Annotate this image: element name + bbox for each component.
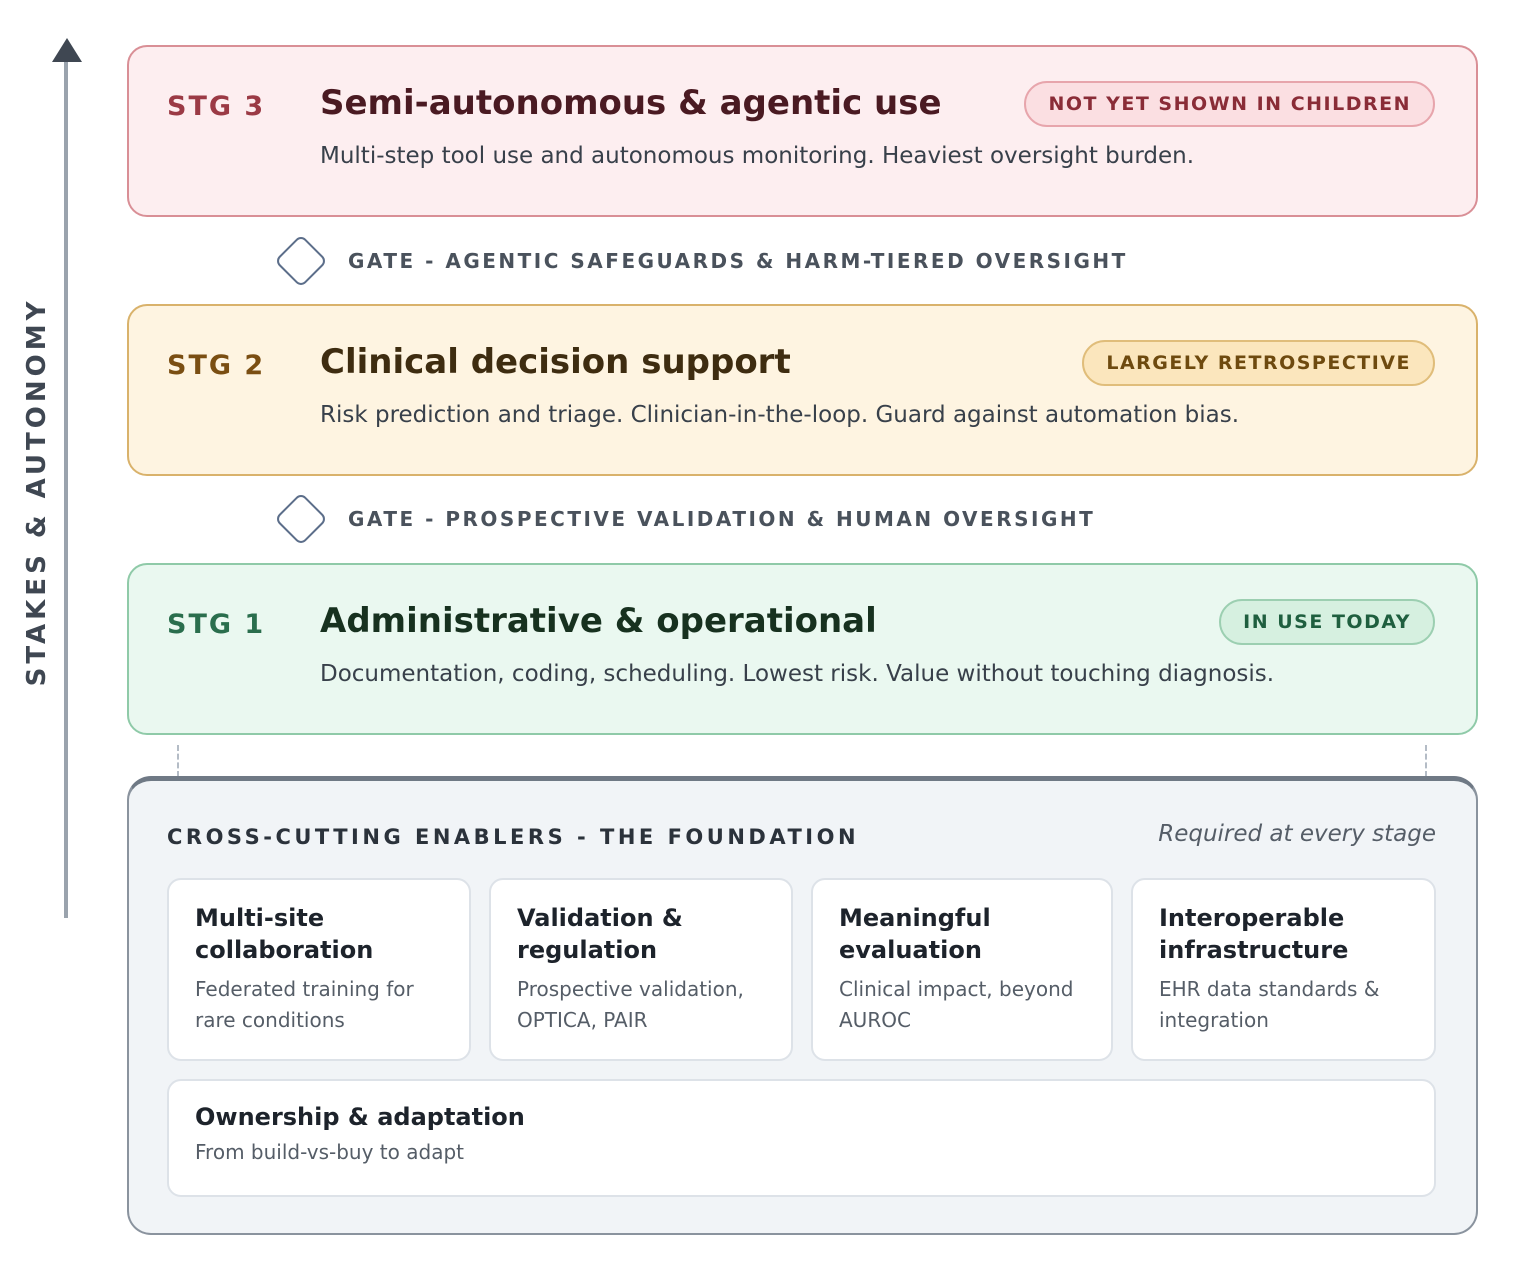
stage-title: Semi-autonomous & agentic use [320,83,942,123]
stage-3-card: STG 3 Semi-autonomous & agentic use NOT … [127,45,1478,217]
enabler-tile-infrastructure: Interoperable infrastructure EHR data st… [1131,878,1436,1061]
status-badge: NOT YET SHOWN IN CHILDREN [1024,81,1435,127]
stage-description: Multi-step tool use and autonomous monit… [320,143,1195,169]
stage-description: Documentation, coding, scheduling. Lowes… [320,661,1275,687]
gate-label: GATE - AGENTIC SAFEGUARDS & HARM-TIERED … [348,249,1128,273]
arrow-up-icon [52,38,82,62]
gate-label: GATE - PROSPECTIVE VALIDATION & HUMAN OV… [348,507,1096,531]
status-badge: IN USE TODAY [1219,599,1435,645]
dashed-connector-left [177,745,179,777]
enabler-title: Interoperable infrastructure [1159,904,1349,964]
stage-code: STG 3 [167,91,266,122]
enabler-title: Ownership & adaptation [195,1103,525,1131]
stage-code: STG 2 [167,350,266,381]
enabler-description: EHR data standards & integration [1159,977,1380,1032]
enabler-tile-validation: Validation & regulation Prospective vali… [489,878,793,1061]
axis-label: STAKES & AUTONOMY [22,297,52,687]
enabler-title: Meaningful evaluation [839,904,991,964]
diamond-icon [274,234,328,288]
enabler-tile-ownership: Ownership & adaptation From build-vs-buy… [167,1079,1436,1197]
dashed-connector-right [1425,745,1427,777]
foundation-title: CROSS-CUTTING ENABLERS - THE FOUNDATION [167,825,860,849]
enabler-description: Clinical impact, beyond AUROC [839,977,1074,1032]
stakes-axis-line [64,58,68,918]
stage-2-card: STG 2 Clinical decision support LARGELY … [127,304,1478,476]
enabler-description: Prospective validation, OPTICA, PAIR [517,977,744,1032]
stage-title: Administrative & operational [320,601,877,641]
enabler-description: From build-vs-buy to adapt [195,1140,464,1164]
enabler-title: Validation & regulation [517,904,683,964]
gate-agentic-safeguards: GATE - AGENTIC SAFEGUARDS & HARM-TIERED … [273,233,1128,289]
diamond-icon [274,492,328,546]
status-badge: LARGELY RETROSPECTIVE [1082,340,1435,386]
foundation-panel: CROSS-CUTTING ENABLERS - THE FOUNDATION … [127,776,1478,1235]
enabler-title: Multi-site collaboration [195,904,374,964]
stage-title: Clinical decision support [320,342,791,382]
gate-prospective-validation: GATE - PROSPECTIVE VALIDATION & HUMAN OV… [273,491,1095,547]
enabler-tile-multi-site: Multi-site collaboration Federated train… [167,878,471,1061]
stage-code: STG 1 [167,609,266,640]
stage-1-card: STG 1 Administrative & operational IN US… [127,563,1478,735]
stage-description: Risk prediction and triage. Clinician-in… [320,402,1240,428]
foundation-subtitle: Required at every stage [1158,821,1436,847]
enabler-tile-evaluation: Meaningful evaluation Clinical impact, b… [811,878,1113,1061]
enabler-description: Federated training for rare conditions [195,977,414,1032]
